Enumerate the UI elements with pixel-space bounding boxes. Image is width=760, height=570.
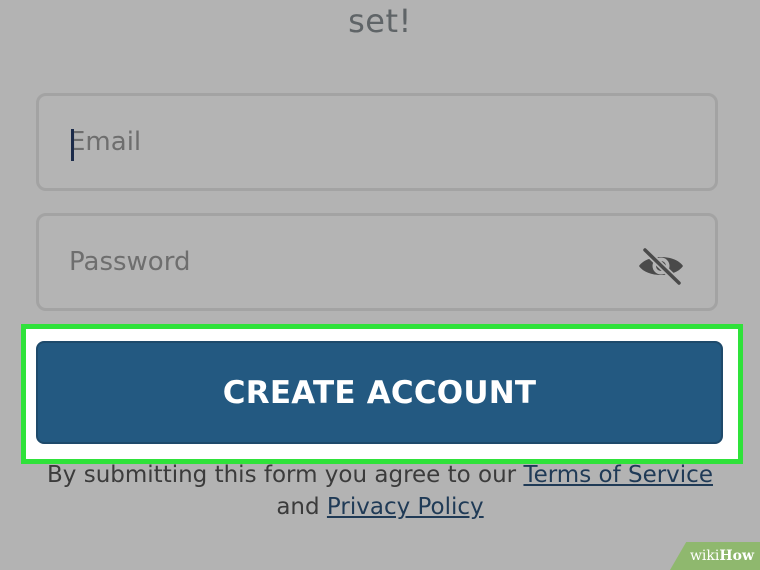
password-input[interactable] [69, 216, 629, 308]
email-field[interactable] [36, 93, 718, 191]
page-heading: set! [348, 2, 412, 40]
password-field[interactable] [36, 213, 718, 311]
create-account-button[interactable]: CREATE ACCOUNT [36, 341, 723, 444]
wikihow-watermark: wiki How [670, 542, 760, 570]
text-caret [71, 129, 74, 161]
watermark-part1: wiki [689, 548, 720, 564]
privacy-policy-link[interactable]: Privacy Policy [327, 494, 484, 520]
terms-of-service-link[interactable]: Terms of Service [523, 462, 713, 488]
eye-slash-icon[interactable] [635, 246, 687, 287]
legal-middle: and [276, 494, 327, 520]
email-input[interactable] [69, 96, 629, 188]
legal-notice: By submitting this form you agree to our… [0, 459, 760, 523]
watermark-part2: How [719, 548, 754, 564]
legal-prefix: By submitting this form you agree to our [47, 462, 524, 488]
